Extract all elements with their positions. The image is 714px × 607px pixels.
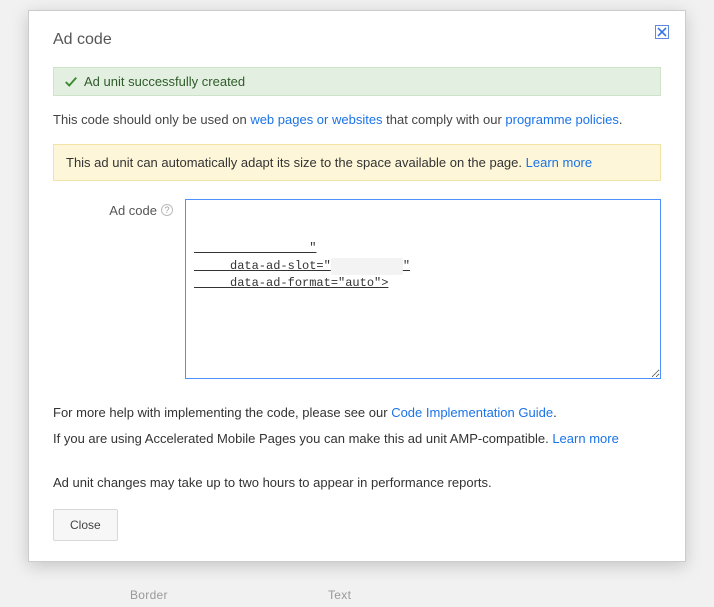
help-line-1: For more help with implementing the code… [53, 403, 661, 423]
backdrop-text-label: Text [328, 588, 351, 602]
code-label-text: Ad code [109, 203, 157, 218]
close-icon[interactable] [655, 25, 669, 39]
programme-policies-link[interactable]: programme policies [505, 112, 618, 127]
checkmark-icon [64, 75, 78, 89]
close-button[interactable]: Close [53, 509, 118, 541]
code-implementation-guide-link[interactable]: Code Implementation Guide [391, 405, 553, 420]
help2-pre: If you are using Accelerated Mobile Page… [53, 431, 552, 446]
help1-post: . [553, 405, 557, 420]
help1-pre: For more help with implementing the code… [53, 405, 391, 420]
backdrop-border-label: Border [130, 588, 168, 602]
ad-code-textarea[interactable]: " data-ad-slot=" " data-ad-format="auto"… [185, 199, 661, 379]
adapt-banner: This ad unit can automatically adapt its… [53, 144, 661, 181]
intro-pre: This code should only be used on [53, 112, 250, 127]
intro-mid: that comply with our [383, 112, 506, 127]
help-line-2: If you are using Accelerated Mobile Page… [53, 429, 661, 449]
intro-post: . [619, 112, 623, 127]
ad-code-dialog: Ad code Ad unit successfully created Thi… [28, 10, 686, 562]
intro-text: This code should only be used on web pag… [53, 110, 661, 130]
success-banner: Ad unit successfully created [53, 67, 661, 96]
amp-learn-more-link[interactable]: Learn more [552, 431, 618, 446]
code-label: Ad code ? [53, 199, 173, 218]
success-message: Ad unit successfully created [84, 74, 245, 89]
delay-note: Ad unit changes may take up to two hours… [53, 473, 661, 493]
dialog-title: Ad code [53, 31, 661, 49]
adapt-learn-more-link[interactable]: Learn more [526, 155, 592, 170]
help-icon[interactable]: ? [161, 204, 173, 216]
adapt-msg: This ad unit can automatically adapt its… [66, 155, 526, 170]
web-pages-link[interactable]: web pages or websites [250, 112, 382, 127]
